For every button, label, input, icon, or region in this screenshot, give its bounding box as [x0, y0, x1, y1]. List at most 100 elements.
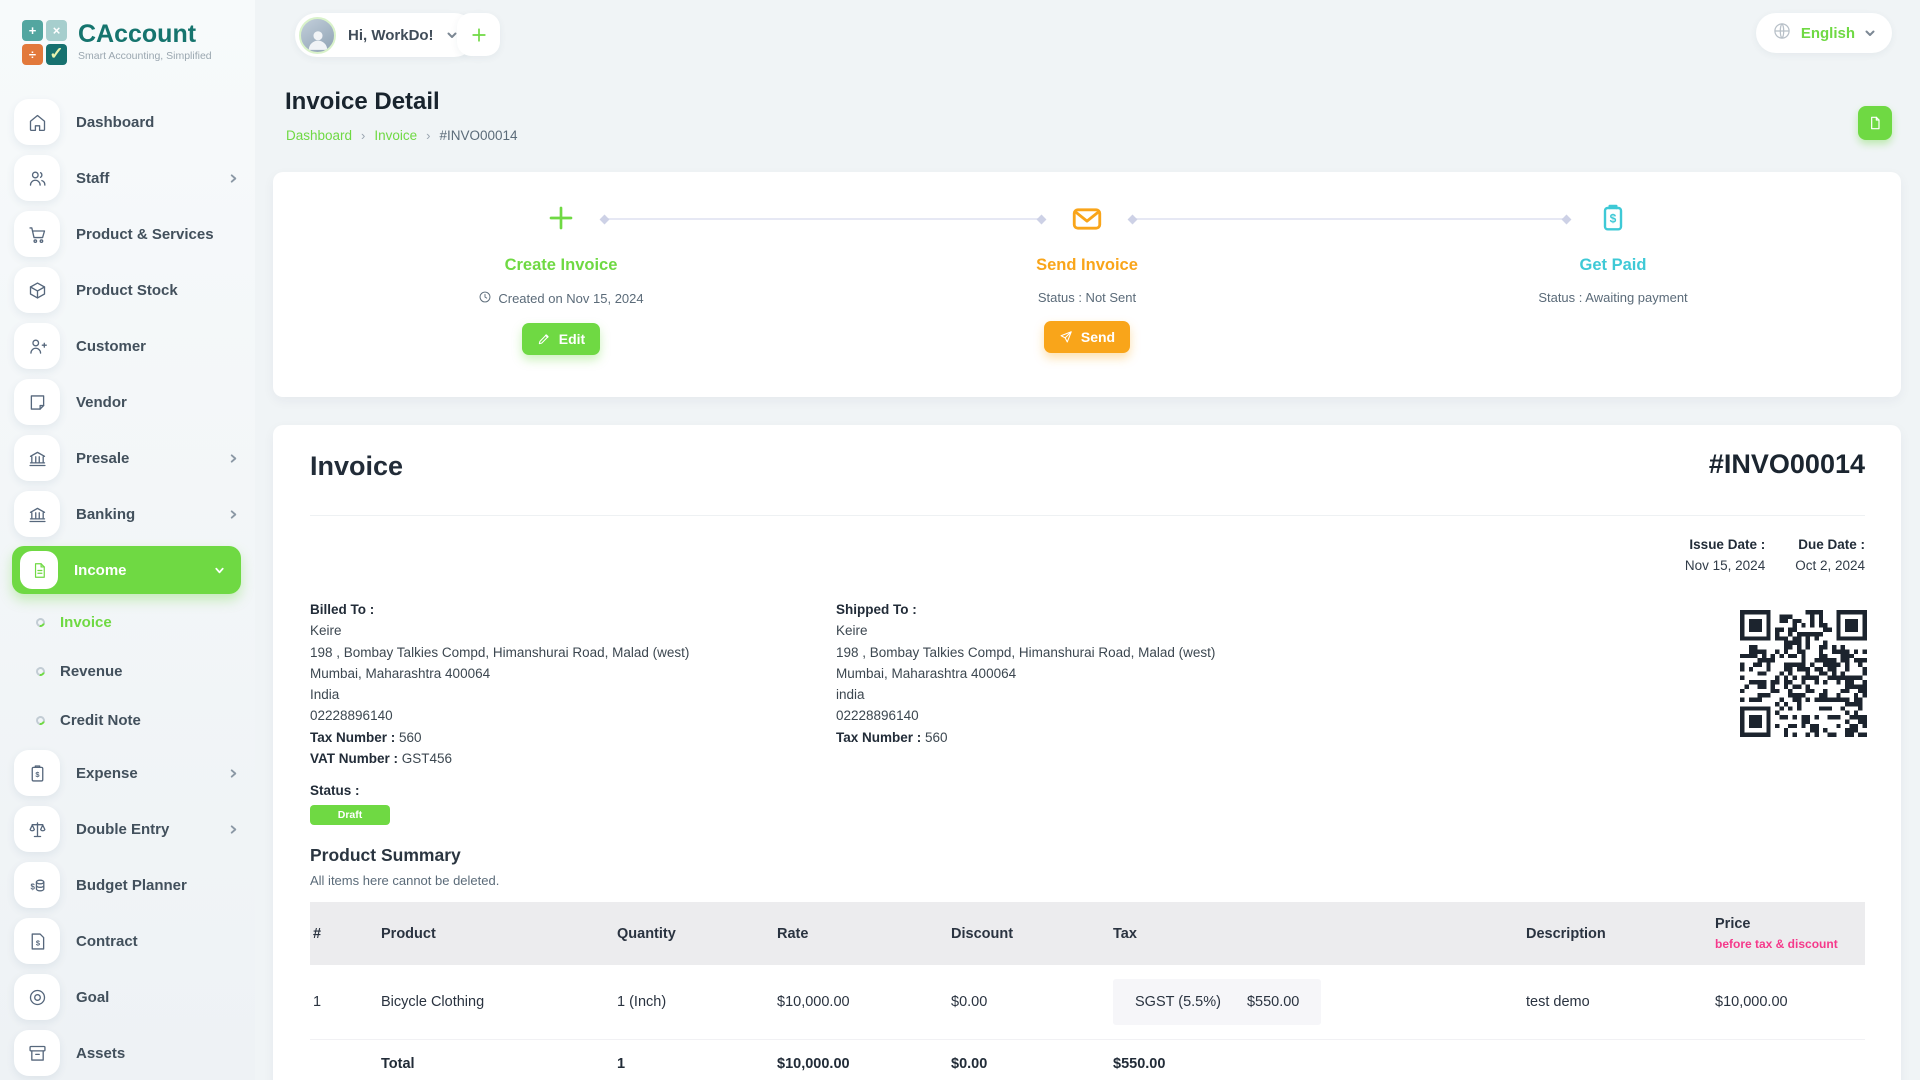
product-summary-note: All items here cannot be deleted. [310, 873, 499, 888]
svg-text:$: $ [30, 882, 35, 891]
sidebar-item-label: Customer [76, 338, 146, 355]
sidebar-item-label: Product Stock [76, 282, 178, 299]
row-discount: $0.00 [948, 994, 1110, 1010]
mail-icon [927, 172, 1247, 238]
tax-number-label: Tax Number : [836, 730, 921, 745]
contract-icon: $ [14, 918, 60, 964]
bank-icon [14, 491, 60, 537]
billed-to-block: Billed To : Keire 198 , Bombay Talkies C… [310, 599, 689, 769]
note-icon [14, 379, 60, 425]
col-tax: Tax [1110, 926, 1523, 942]
sidebar-item-assets[interactable]: Assets [0, 1025, 255, 1080]
sidebar-nav: Dashboard Staff Product & Services Produ… [0, 72, 255, 1080]
send-invoice-button[interactable]: Send [1044, 321, 1130, 353]
qr-code [1740, 610, 1867, 737]
main-area: Hi, WorkDo! English Invoice Detail Dashb… [255, 0, 1920, 1080]
shipped-to-name: Keire [836, 620, 1215, 641]
sidebar-item-label: Goal [76, 989, 109, 1006]
row-quantity: 1 (Inch) [614, 994, 774, 1010]
chevron-down-icon [446, 29, 458, 41]
row-product: Bicycle Clothing [378, 994, 614, 1010]
breadcrumb-invoice[interactable]: Invoice [374, 128, 417, 143]
step-get-paid: $ Get Paid Status : Awaiting payment [1453, 172, 1773, 305]
sidebar-item-budget-planner[interactable]: $ Budget Planner [0, 857, 255, 913]
sidebar-item-income[interactable]: Income [12, 546, 241, 594]
vat-number-label: VAT Number : [310, 751, 398, 766]
chevron-right-icon [228, 824, 239, 835]
dot-icon [34, 714, 46, 726]
sidebar-item-label: Dashboard [76, 114, 154, 131]
billed-to-vat: VAT Number : GST456 [310, 748, 689, 769]
billed-to-address2: Mumbai, Maharashtra 400064 [310, 663, 689, 684]
sidebar-subitem-revenue[interactable]: Revenue [0, 647, 255, 696]
step-info: Status : Not Sent [927, 290, 1247, 305]
sidebar-item-label: Assets [76, 1045, 125, 1062]
row-description: test demo [1523, 994, 1712, 1010]
sidebar-item-goal[interactable]: Goal [0, 969, 255, 1025]
page-title: Invoice Detail [285, 88, 440, 116]
duplicate-invoice-button[interactable] [1858, 106, 1892, 140]
billed-to-label: Billed To : [310, 599, 689, 620]
shipped-to-label: Shipped To : [836, 599, 1215, 620]
price-header-label: Price [1715, 916, 1865, 932]
edit-invoice-button[interactable]: Edit [522, 323, 600, 355]
sidebar-item-contract[interactable]: $ Contract [0, 913, 255, 969]
user-menu[interactable]: Hi, WorkDo! [295, 13, 476, 57]
users-icon [14, 155, 60, 201]
add-button[interactable] [457, 13, 500, 56]
sidebar-item-double-entry[interactable]: Double Entry [0, 801, 255, 857]
invoice-detail-card: Invoice #INVO00014 Issue Date : Nov 15, … [273, 425, 1901, 1080]
sidebar-item-staff[interactable]: Staff [0, 150, 255, 206]
breadcrumb-dashboard[interactable]: Dashboard [286, 128, 352, 143]
paper-plane-icon [1059, 330, 1073, 344]
total-label: Total [378, 1056, 614, 1072]
table-total-row: Total 1 $10,000.00 $0.00 $550.00 [310, 1040, 1865, 1080]
sidebar-subitem-invoice[interactable]: Invoice [0, 598, 255, 647]
chevron-right-icon [228, 173, 239, 184]
chevron-right-icon [228, 453, 239, 464]
sidebar-item-dashboard[interactable]: Dashboard [0, 94, 255, 150]
sidebar-subitem-label: Revenue [60, 663, 123, 680]
issue-date: Issue Date : Nov 15, 2024 [1685, 537, 1765, 573]
step-info: Created on Nov 15, 2024 [401, 290, 721, 307]
table-row: 1 Bicycle Clothing 1 (Inch) $10,000.00 $… [310, 965, 1865, 1040]
step-title: Send Invoice [927, 256, 1247, 275]
language-label: English [1801, 25, 1855, 42]
language-selector[interactable]: English [1756, 13, 1892, 53]
col-rate: Rate [774, 926, 948, 942]
sidebar-item-customer[interactable]: Customer [0, 318, 255, 374]
sidebar-item-label: Double Entry [76, 821, 169, 838]
invoice-progress-card: Create Invoice Created on Nov 15, 2024 E… [273, 172, 1901, 397]
shipped-to-block: Shipped To : Keire 198 , Bombay Talkies … [836, 599, 1215, 748]
breadcrumb-current: #INVO00014 [440, 128, 518, 143]
chevron-down-icon [1864, 27, 1876, 39]
sidebar-item-vendor[interactable]: Vendor [0, 374, 255, 430]
col-description: Description [1523, 926, 1712, 942]
col-quantity: Quantity [614, 926, 774, 942]
chevron-right-icon [228, 768, 239, 779]
brand-tagline: Smart Accounting, Simplified [78, 50, 212, 62]
sidebar-item-banking[interactable]: Banking [0, 486, 255, 542]
coins-icon: $ [14, 862, 60, 908]
sidebar-item-product-services[interactable]: Product & Services [0, 206, 255, 262]
sidebar-item-label: Income [74, 562, 127, 579]
sidebar-item-presale[interactable]: Presale [0, 430, 255, 486]
user-plus-icon [14, 323, 60, 369]
col-product: Product [378, 926, 614, 942]
sidebar-item-label: Banking [76, 506, 135, 523]
breadcrumb-separator: › [426, 128, 430, 143]
sidebar-item-expense[interactable]: $ Expense [0, 745, 255, 801]
issue-date-label: Issue Date : [1685, 537, 1765, 552]
sidebar-subitem-credit-note[interactable]: Credit Note [0, 696, 255, 745]
sidebar-subitem-label: Credit Note [60, 712, 141, 729]
svg-text:$: $ [35, 938, 40, 947]
sidebar-item-label: Product & Services [76, 226, 214, 243]
pencil-icon [537, 332, 551, 346]
bank-icon [14, 435, 60, 481]
table-header: # Product Quantity Rate Discount Tax Des… [310, 902, 1865, 965]
clipboard-dollar-icon: $ [14, 750, 60, 796]
sidebar-item-product-stock[interactable]: Product Stock [0, 262, 255, 318]
plus-tile-icon: + [22, 20, 43, 41]
issue-date-value: Nov 15, 2024 [1685, 558, 1765, 573]
total-rate: $10,000.00 [774, 1056, 948, 1072]
